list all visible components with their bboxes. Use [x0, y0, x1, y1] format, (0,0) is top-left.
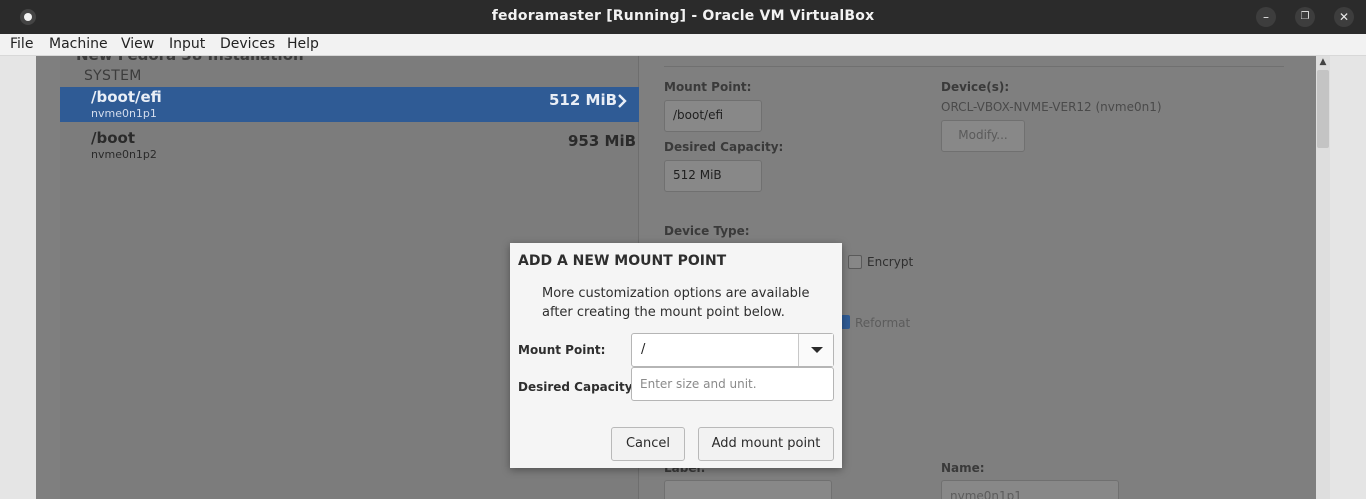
desired-capacity-label: Desired Capacity: — [664, 140, 784, 154]
dialog-desired-capacity-label: Desired Capacity: — [518, 380, 638, 394]
scroll-up-arrow-icon[interactable]: ▲ — [1316, 56, 1330, 68]
dialog-mount-point-label: Mount Point: — [518, 343, 606, 357]
mount-row-device: nvme0n1p2 — [91, 148, 157, 161]
menu-devices[interactable]: Devices — [220, 36, 275, 52]
minimize-button[interactable]: – — [1256, 7, 1276, 27]
desired-capacity-field[interactable]: 512 MiB — [664, 160, 762, 192]
reformat-label: Reformat — [855, 316, 911, 330]
desired-capacity-input[interactable] — [631, 367, 834, 401]
system-group-label: SYSTEM — [84, 68, 142, 84]
name-label: Name: — [941, 461, 985, 475]
add-mount-point-button[interactable]: Add mount point — [698, 427, 834, 461]
mount-row-name: /boot/efi — [91, 88, 162, 106]
mount-row-size: 512 MiB — [549, 91, 618, 109]
menu-file[interactable]: File — [10, 36, 33, 52]
cancel-button[interactable]: Cancel — [611, 427, 685, 461]
label-field[interactable] — [664, 480, 832, 499]
mount-row-size: 953 MiB — [568, 132, 637, 150]
installation-heading: New Fedora 38 Installation — [76, 56, 304, 64]
window-titlebar: fedoramaster [Running] - Oracle VM Virtu… — [0, 0, 1366, 34]
mount-row-name[interactable]: /boot — [91, 129, 135, 147]
mount-row-device: nvme0n1p1 — [91, 107, 157, 120]
mount-point-combo-value[interactable]: / — [641, 342, 645, 357]
dialog-description: More customization options are available… — [542, 286, 810, 320]
encrypt-label: Encrypt — [867, 255, 914, 269]
close-button[interactable]: ✕ — [1334, 7, 1354, 27]
modify-button[interactable]: Modify... — [941, 120, 1025, 152]
dialog-title: ADD A NEW MOUNT POINT — [518, 253, 727, 269]
name-field[interactable]: nvme0n1p1 — [941, 480, 1119, 499]
menu-bar: File Machine View Input Devices Help — [0, 34, 1366, 56]
chevron-down-icon[interactable] — [798, 334, 833, 366]
mount-point-combobox[interactable]: / — [631, 333, 834, 367]
encrypt-checkbox[interactable] — [848, 255, 862, 269]
device-type-label: Device Type: — [664, 224, 750, 238]
chevron-right-icon — [618, 94, 627, 108]
details-divider — [664, 66, 1284, 67]
add-mount-point-dialog: ADD A NEW MOUNT POINT More customization… — [510, 243, 842, 468]
mount-point-field[interactable]: /boot/efi — [664, 100, 762, 132]
menu-view[interactable]: View — [121, 36, 154, 52]
menu-help[interactable]: Help — [287, 36, 319, 52]
restore-button[interactable]: ❐ — [1295, 7, 1315, 27]
menu-input[interactable]: Input — [169, 36, 205, 52]
scroll-thumb[interactable] — [1317, 70, 1329, 148]
devices-label: Device(s): — [941, 80, 1010, 94]
window-title: fedoramaster [Running] - Oracle VM Virtu… — [491, 8, 875, 24]
menu-machine[interactable]: Machine — [49, 36, 108, 52]
devices-value: ORCL-VBOX-NVME-VER12 (nvme0n1) — [941, 100, 1162, 114]
mount-point-label: Mount Point: — [664, 80, 752, 94]
